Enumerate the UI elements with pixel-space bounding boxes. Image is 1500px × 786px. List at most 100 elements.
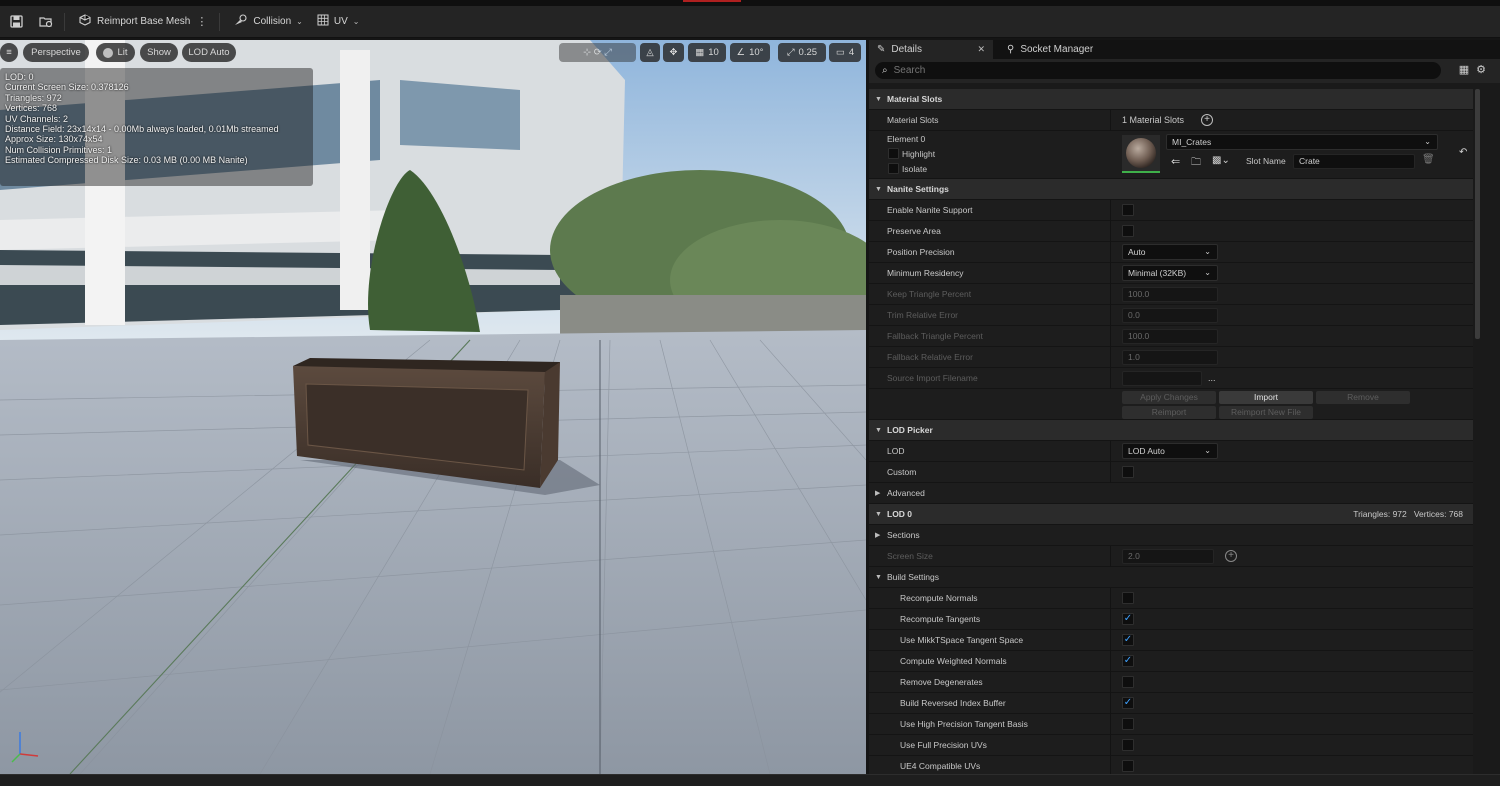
remove-button[interactable]: Remove: [1316, 391, 1410, 404]
rotation-snap-button[interactable]: ∠ 10°: [730, 43, 770, 62]
preserve-area-row: Preserve Area: [869, 221, 1473, 242]
custom-checkbox[interactable]: [1122, 466, 1134, 478]
reset-arrow-icon[interactable]: ↶: [1459, 147, 1467, 158]
details-panel: ✎ Details ✕ ⚲ Socket Manager ⌕ ▦ ⚙ ▼ Mat…: [869, 40, 1500, 774]
category-nanite-settings[interactable]: ▼ Nanite Settings: [869, 179, 1473, 200]
button-label: Reimport: [1151, 407, 1187, 417]
import-button[interactable]: Import: [1219, 391, 1313, 404]
weighted-normals-checkbox[interactable]: ✓: [1122, 655, 1134, 667]
lit-icon: [103, 47, 114, 58]
world-local-icon[interactable]: ◬: [640, 43, 660, 62]
screen-size-input[interactable]: 2.0: [1122, 549, 1214, 564]
show-label: Show: [147, 47, 171, 58]
chevron-down-icon: ⌄: [1204, 247, 1211, 256]
enable-nanite-checkbox[interactable]: [1122, 204, 1134, 216]
lod-button[interactable]: LOD Auto: [182, 43, 236, 62]
property-label: Remove Degenerates: [900, 677, 983, 687]
tab-details[interactable]: ✎ Details ✕: [869, 40, 993, 59]
minimum-residency-dropdown[interactable]: Minimal (32KB) ⌄: [1122, 265, 1218, 281]
save-icon[interactable]: [8, 15, 24, 29]
highlight-checkbox[interactable]: [888, 148, 899, 159]
use-selected-icon[interactable]: ⇐: [1171, 155, 1180, 168]
table-view-icon[interactable]: ▦: [1459, 63, 1469, 76]
search-box[interactable]: ⌕: [875, 62, 1441, 79]
category-lod-0[interactable]: ▼ LOD 0 Triangles: 972 Vertices: 768: [869, 504, 1473, 525]
build-setting-row: Use Full Precision UVs: [869, 735, 1473, 756]
collapse-arrow-icon: ▼: [875, 186, 882, 193]
sections-row[interactable]: ▶ Sections: [869, 525, 1473, 546]
advanced-row[interactable]: ▶ Advanced: [869, 483, 1473, 504]
build-settings-row[interactable]: ▼ Build Settings: [869, 567, 1473, 588]
tab-socket-manager[interactable]: ⚲ Socket Manager: [999, 40, 1101, 59]
fallback-triangle-row: Fallback Triangle Percent 100.0: [869, 326, 1473, 347]
perspective-button[interactable]: Perspective: [23, 43, 89, 62]
search-input[interactable]: [893, 65, 1414, 76]
fallback-triangle-input[interactable]: 100.0: [1122, 329, 1218, 344]
keep-triangle-row: Keep Triangle Percent 100.0: [869, 284, 1473, 305]
more-options-icon[interactable]: ⋮: [194, 10, 209, 34]
material-options-icon[interactable]: ▩⌄: [1212, 155, 1230, 166]
property-label: Screen Size: [887, 551, 933, 561]
dropdown-value: LOD Auto: [1128, 446, 1165, 456]
property-label: Fallback Triangle Percent: [887, 331, 983, 341]
browse-asset-icon[interactable]: [38, 15, 54, 29]
recompute-normals-checkbox[interactable]: [1122, 592, 1134, 604]
property-label: LOD: [887, 446, 905, 456]
transform-tools-group[interactable]: ⊹ ⟳ ⤢: [559, 43, 636, 62]
category-material-slots[interactable]: ▼ Material Slots: [869, 89, 1473, 110]
gear-icon[interactable]: ⚙: [1476, 63, 1486, 76]
apply-changes-button[interactable]: Apply Changes: [1122, 391, 1216, 404]
remove-degenerates-checkbox[interactable]: [1122, 676, 1134, 688]
keep-triangle-input[interactable]: 100.0: [1122, 287, 1218, 302]
close-icon[interactable]: ✕: [977, 44, 985, 55]
collision-icon: [234, 14, 248, 29]
high-precision-tangent-checkbox[interactable]: [1122, 718, 1134, 730]
lod-dropdown[interactable]: LOD Auto ⌄: [1122, 443, 1218, 459]
full-precision-uvs-checkbox[interactable]: [1122, 739, 1134, 751]
reimport-button[interactable]: Reimport Base Mesh: [75, 10, 194, 34]
stat-line: LOD: 0: [5, 72, 34, 82]
reimport-nanite-button[interactable]: Reimport: [1122, 406, 1216, 419]
surface-snap-icon[interactable]: ✥: [663, 43, 684, 62]
grid-snap-button[interactable]: ▦ 10: [688, 43, 726, 62]
viewport-menu-icon[interactable]: ≡: [0, 43, 18, 62]
reversed-index-checkbox[interactable]: ✓: [1122, 697, 1134, 709]
add-screen-size-icon[interactable]: +: [1225, 550, 1237, 562]
show-button[interactable]: Show: [140, 43, 178, 62]
category-lod-picker[interactable]: ▼ LOD Picker: [869, 420, 1473, 441]
build-setting-row: Compute Weighted Normals ✓: [869, 651, 1473, 672]
build-setting-row: Use High Precision Tangent Basis: [869, 714, 1473, 735]
chevron-down-icon: ⌄: [1204, 268, 1211, 277]
position-precision-dropdown[interactable]: Auto ⌄: [1122, 244, 1218, 260]
uv-menu[interactable]: UV ⌄: [313, 10, 364, 34]
camera-speed-button[interactable]: ▭ 4: [829, 43, 861, 62]
toolbar: Reimport Base Mesh ⋮ Collision ⌄ UV ⌄: [0, 6, 1500, 38]
collapse-arrow-icon: ▼: [875, 96, 882, 103]
ue4-compatible-uvs-checkbox[interactable]: [1122, 760, 1134, 772]
browse-icon[interactable]: 🗀: [1191, 155, 1201, 172]
browse-dots-button[interactable]: ...: [1208, 368, 1216, 389]
material-value: MI_Crates: [1172, 137, 1212, 147]
trash-icon[interactable]: 🗑: [1422, 154, 1435, 165]
add-material-slot-icon[interactable]: +: [1201, 114, 1213, 126]
button-label: Apply Changes: [1140, 392, 1198, 402]
fallback-relative-error-input[interactable]: 1.0: [1122, 350, 1218, 365]
material-thumbnail[interactable]: [1122, 135, 1160, 173]
trim-relative-error-input[interactable]: 0.0: [1122, 308, 1218, 323]
stat-line: Vertices: 768: [5, 103, 58, 114]
scale-snap-button[interactable]: ⤢ 0.25: [778, 43, 826, 62]
preserve-area-checkbox[interactable]: [1122, 225, 1134, 237]
collision-menu[interactable]: Collision ⌄: [230, 10, 307, 34]
screen-size-row: Screen Size 2.0 +: [869, 546, 1473, 567]
mikktspace-checkbox[interactable]: ✓: [1122, 634, 1134, 646]
source-import-input[interactable]: [1122, 371, 1202, 386]
viewport[interactable]: ≡ Perspective Lit Show LOD Auto ⊹ ⟳ ⤢ ◬ …: [0, 40, 866, 774]
material-dropdown[interactable]: MI_Crates ⌄: [1166, 134, 1438, 150]
scrollbar[interactable]: [1475, 89, 1480, 339]
category-label: LOD 0: [887, 509, 913, 519]
slot-name-input[interactable]: Crate: [1293, 154, 1415, 169]
recompute-tangents-checkbox[interactable]: ✓: [1122, 613, 1134, 625]
lit-button[interactable]: Lit: [96, 43, 135, 62]
reimport-new-file-button[interactable]: Reimport New File: [1219, 406, 1313, 419]
isolate-checkbox[interactable]: [888, 163, 899, 174]
